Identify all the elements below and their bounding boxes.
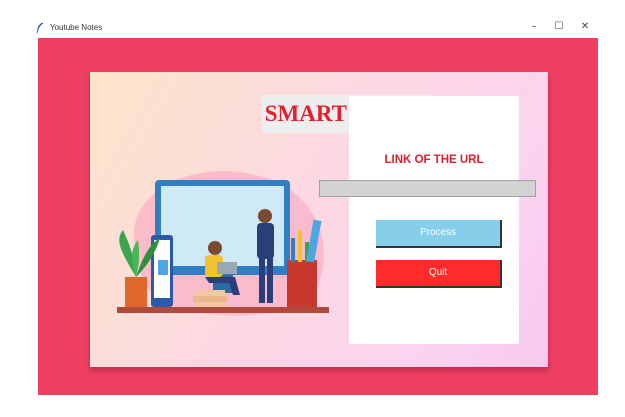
feather-icon (36, 22, 44, 33)
maximize-button[interactable]: ☐ (548, 18, 570, 36)
quit-button[interactable]: Quit (376, 260, 502, 288)
close-button[interactable]: ✕ (574, 18, 596, 36)
title-bar[interactable]: Youtube Notes – ☐ ✕ (0, 0, 625, 38)
minimize-button[interactable]: – (523, 18, 545, 36)
url-input[interactable] (319, 180, 536, 197)
app-window: Youtube Notes – ☐ ✕ SMART NOTES LINK OF … (0, 0, 625, 417)
url-label: LINK OF THE URL (384, 154, 484, 166)
window-title: Youtube Notes (50, 23, 103, 32)
people-studying-illustration (117, 171, 329, 316)
process-button[interactable]: Process (376, 220, 502, 248)
